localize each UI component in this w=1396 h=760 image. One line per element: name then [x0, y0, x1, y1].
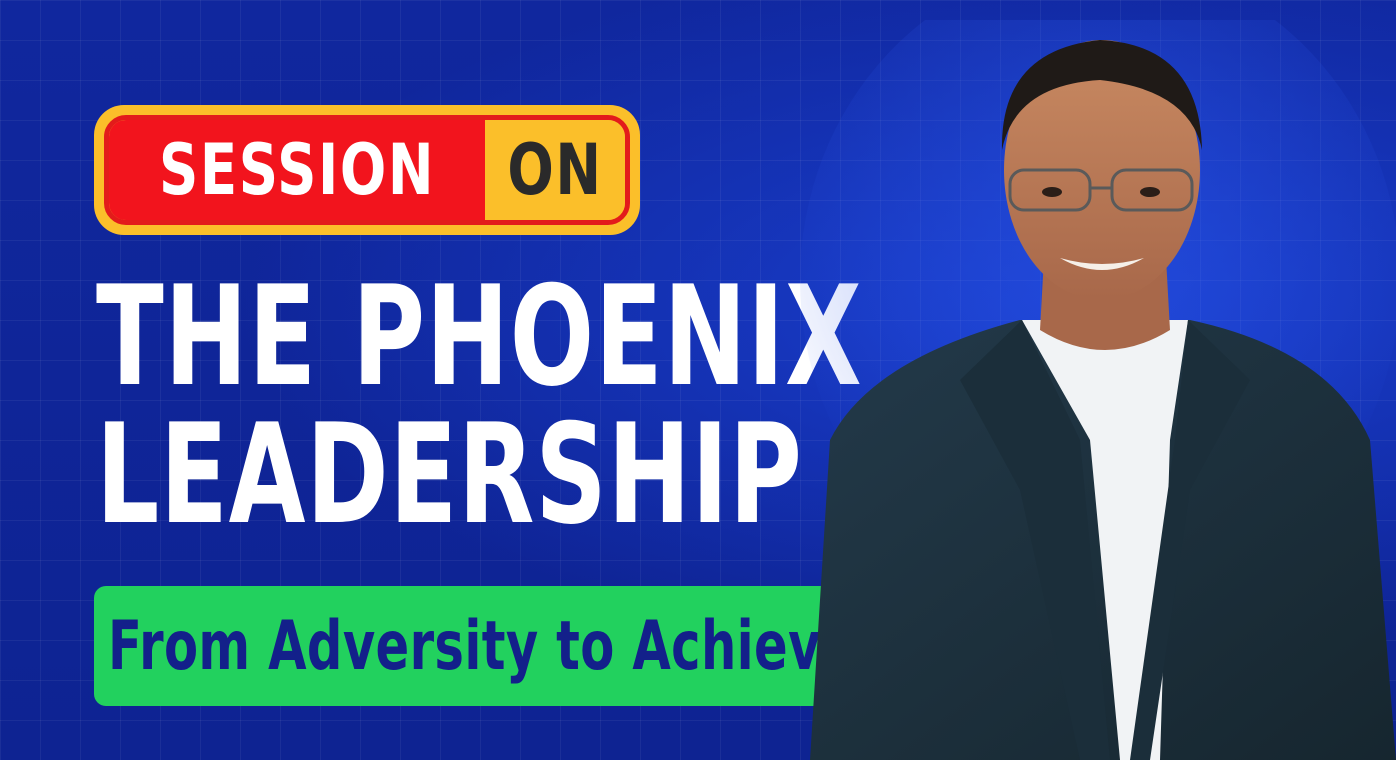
session-on-badge-inner: SESSION ON	[104, 115, 630, 225]
headline: THE PHOENIX LEADERSHIP	[96, 256, 863, 555]
badge-left-panel: SESSION	[109, 120, 485, 220]
badge-right-panel: ON	[485, 120, 625, 220]
headline-line-1: THE PHOENIX	[96, 256, 863, 417]
badge-word-session: SESSION	[158, 129, 436, 211]
badge-word-on: ON	[507, 129, 603, 211]
session-on-badge: SESSION ON	[94, 105, 640, 235]
headline-line-2: LEADERSHIP	[96, 394, 803, 555]
speaker-portrait	[800, 20, 1396, 760]
thumbnail-canvas: SESSION ON THE PHOENIX LEADERSHIP From A…	[0, 0, 1396, 760]
